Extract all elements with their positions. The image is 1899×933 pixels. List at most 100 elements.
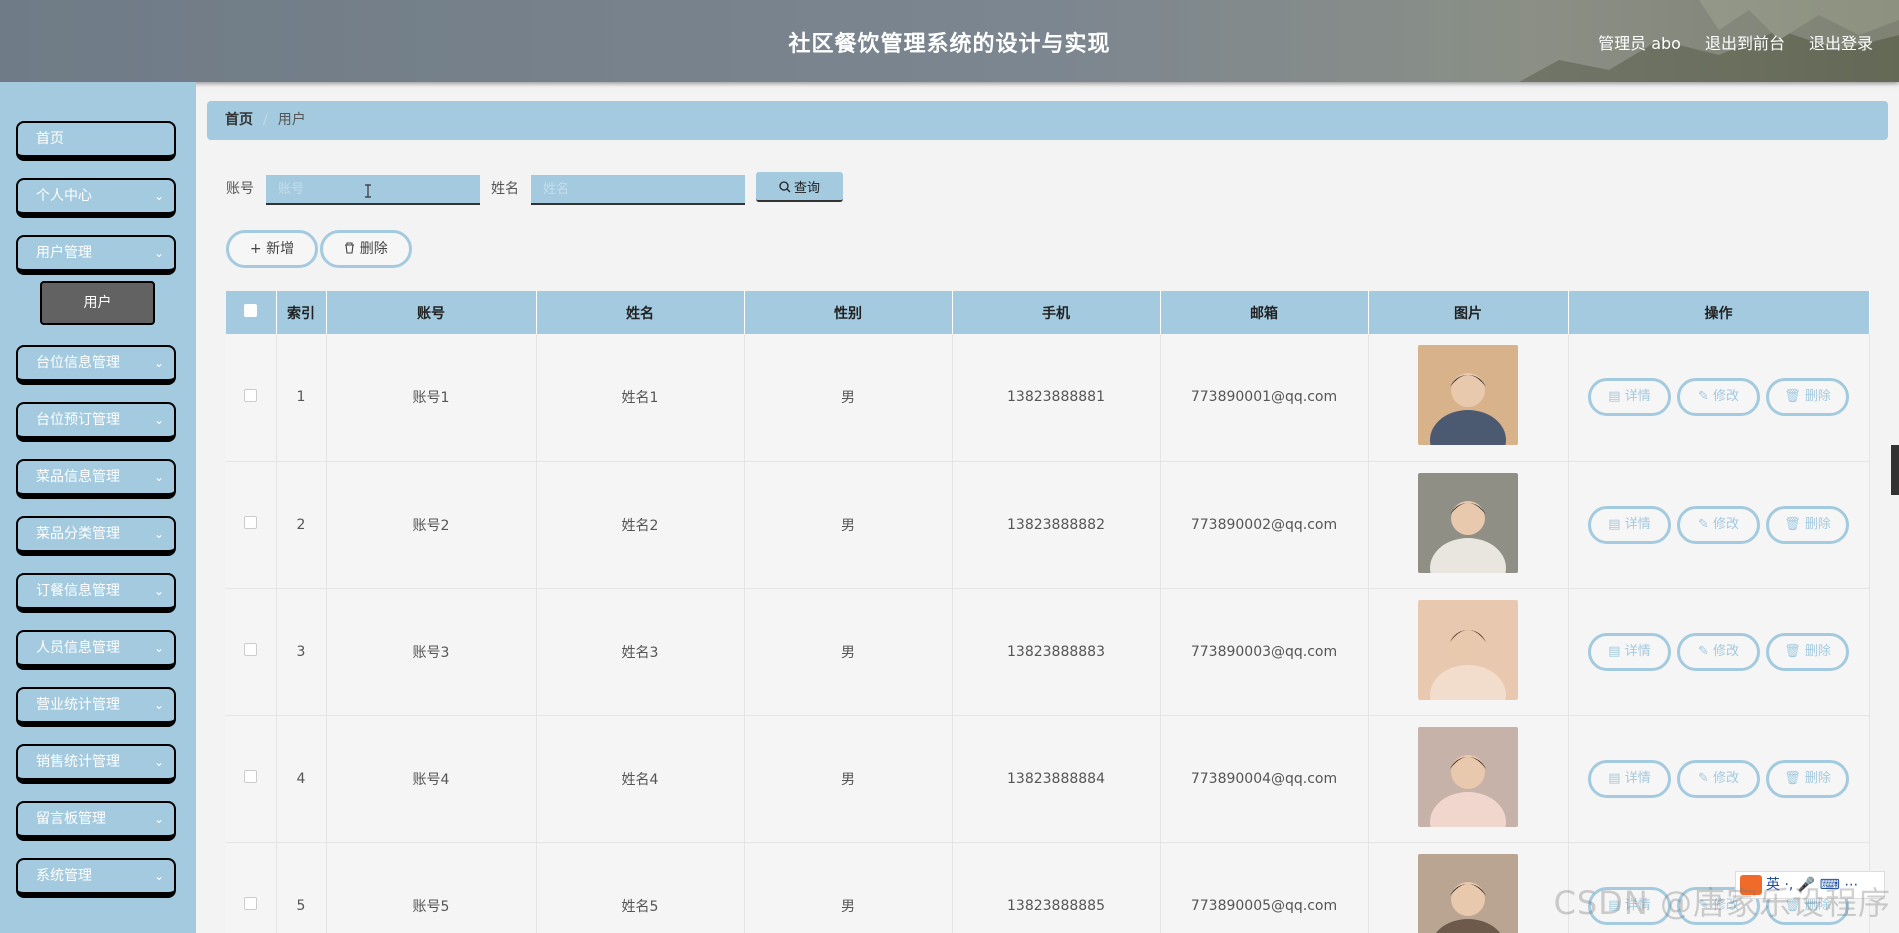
sidebar-item-dish-category[interactable]: 菜品分类管理 ⌄	[16, 516, 176, 556]
user-avatar-photo	[1418, 345, 1518, 446]
sidebar-item-label: 台位信息管理	[36, 355, 120, 371]
column-header-name: 姓名	[536, 291, 745, 334]
breadcrumb-home[interactable]: 首页	[225, 112, 253, 128]
delete-button[interactable]: 🗑 删除	[1766, 759, 1849, 798]
cell-name: 姓名3	[536, 588, 745, 716]
delete-label: 删除	[1804, 389, 1831, 405]
trash-icon: 🗑	[1784, 389, 1801, 405]
cell-name: 姓名5	[536, 842, 745, 933]
sidebar-item-business-stats[interactable]: 营业统计管理 ⌄	[16, 687, 176, 727]
trash-icon: 🗑	[1784, 770, 1801, 786]
row-checkbox[interactable]	[244, 897, 258, 910]
cell-account: 账号2	[326, 461, 537, 589]
delete-label: 删除	[1804, 516, 1831, 532]
detail-button[interactable]: ▤ 详情	[1588, 378, 1671, 417]
sidebar-item-label: 订餐信息管理	[36, 583, 120, 599]
cell-index: 1	[276, 334, 327, 462]
document-icon: ▤	[1608, 770, 1621, 786]
query-button-label: 查询	[793, 179, 820, 195]
table-row[interactable]: 4 账号4 姓名4 男 13823888884 773890004@qq.com ▤ 详情 ✎…	[226, 715, 1870, 843]
row-checkbox[interactable]	[244, 516, 258, 529]
query-button[interactable]: 查询	[756, 172, 843, 202]
row-checkbox[interactable]	[244, 643, 258, 656]
logout-link[interactable]: 退出登录	[1809, 30, 1873, 54]
column-header-account: 账号	[326, 291, 537, 334]
trash-icon: 🗑	[1784, 643, 1801, 659]
chevron-down-icon: ⌄	[153, 869, 164, 883]
document-icon: ▤	[1608, 389, 1621, 405]
delete-label: 删除	[1804, 770, 1831, 786]
sidebar-item-dish-info[interactable]: 菜品信息管理 ⌄	[16, 459, 176, 499]
select-all-header[interactable]	[226, 291, 277, 334]
detail-label: 详情	[1624, 389, 1651, 405]
select-all-checkbox[interactable]	[244, 304, 258, 317]
delete-button[interactable]: 🗑 删除	[1766, 632, 1849, 671]
delete-button[interactable]: 🗑 删除	[1766, 378, 1849, 417]
chevron-down-icon: ⌄	[153, 189, 164, 203]
cell-photo	[1368, 588, 1569, 716]
current-user-label: 管理员 abo	[1598, 34, 1681, 53]
row-select-cell[interactable]	[226, 334, 277, 462]
row-checkbox[interactable]	[244, 388, 258, 402]
sidebar-item-message-board[interactable]: 留言板管理 ⌄	[16, 801, 176, 841]
search-icon	[779, 180, 791, 192]
scrollbar-thumb[interactable]	[1891, 445, 1899, 495]
top-header: 社区餐饮管理系统的设计与实现 管理员 abo 退出到前台 退出登录	[0, 0, 1899, 82]
detail-button[interactable]: ▤ 详情	[1588, 759, 1671, 798]
edit-button[interactable]: ✎ 修改	[1677, 505, 1760, 544]
column-header-gender: 性别	[744, 291, 953, 334]
exit-to-front-link[interactable]: 退出到前台	[1705, 30, 1785, 54]
row-select-cell[interactable]	[226, 842, 277, 933]
sidebar-item-profile[interactable]: 个人中心 ⌄	[16, 178, 176, 218]
cell-email: 773890005@qq.com	[1160, 842, 1369, 933]
pencil-icon: ✎	[1697, 770, 1709, 786]
cell-photo	[1368, 334, 1569, 462]
name-search-input[interactable]	[531, 175, 745, 205]
sidebar-subitem-user[interactable]: 用户	[40, 281, 155, 325]
cell-account: 账号3	[326, 588, 537, 716]
edit-label: 修改	[1713, 770, 1740, 786]
sidebar-item-system[interactable]: 系统管理 ⌄	[16, 858, 176, 898]
edit-button[interactable]: ✎ 修改	[1677, 378, 1760, 417]
row-select-cell[interactable]	[226, 588, 277, 716]
row-select-cell[interactable]	[226, 715, 277, 843]
delete-button[interactable]: 🗑 删除	[1766, 505, 1849, 544]
sidebar-item-table-info[interactable]: 台位信息管理 ⌄	[16, 345, 176, 385]
breadcrumb: 首页 / 用户	[207, 101, 1888, 140]
edit-button[interactable]: ✎ 修改	[1677, 632, 1760, 671]
cell-gender: 男	[744, 461, 953, 589]
batch-delete-button[interactable]: 删除	[320, 230, 412, 268]
chevron-down-icon: ⌄	[153, 812, 164, 826]
cell-photo	[1368, 461, 1569, 589]
detail-label: 详情	[1624, 516, 1651, 532]
sidebar-item-home[interactable]: 首页	[16, 121, 176, 161]
row-checkbox[interactable]	[244, 770, 258, 783]
table-row[interactable]: 2 账号2 姓名2 男 13823888882 773890002@qq.com ▤ 详情 ✎…	[226, 461, 1870, 589]
edit-label: 修改	[1713, 516, 1740, 532]
cell-phone: 13823888882	[952, 461, 1161, 589]
sidebar-item-table-booking[interactable]: 台位预订管理 ⌄	[16, 402, 176, 442]
edit-button[interactable]: ✎ 修改	[1677, 759, 1760, 798]
table-row[interactable]: 1 账号1 姓名1 男 13823888881 773890001@qq.com ▤ 详情 ✎…	[226, 334, 1870, 462]
header-nav: 管理员 abo 退出到前台 退出登录	[1598, 30, 1873, 54]
detail-button[interactable]: ▤ 详情	[1588, 632, 1671, 671]
detail-label: 详情	[1624, 643, 1651, 659]
sidebar-item-order-info[interactable]: 订餐信息管理 ⌄	[16, 573, 176, 613]
sidebar-item-sales-stats[interactable]: 销售统计管理 ⌄	[16, 744, 176, 784]
add-button[interactable]: + 新增	[226, 230, 318, 268]
cell-index: 2	[276, 461, 327, 589]
detail-button[interactable]: ▤ 详情	[1588, 505, 1671, 544]
sidebar-item-label: 销售统计管理	[36, 754, 120, 770]
account-search-input[interactable]	[266, 175, 480, 205]
table-row[interactable]: 3 账号3 姓名3 男 13823888883 773890003@qq.com ▤ 详情 ✎…	[226, 588, 1870, 716]
trash-icon: 🗑	[1784, 516, 1801, 532]
sidebar-item-user-management[interactable]: 用户管理 ⌄	[16, 235, 176, 275]
cell-actions: ▤ 详情 ✎ 修改 🗑 删除	[1568, 334, 1870, 462]
trash-icon	[345, 242, 355, 254]
cell-name: 姓名4	[536, 715, 745, 843]
row-select-cell[interactable]	[226, 461, 277, 589]
sidebar-item-staff-info[interactable]: 人员信息管理 ⌄	[16, 630, 176, 670]
user-avatar-photo	[1418, 599, 1518, 700]
table-body: 1 账号1 姓名1 男 13823888881 773890001@qq.com ▤ 详情 ✎…	[226, 334, 1870, 933]
sidebar-item-label: 系统管理	[36, 868, 92, 884]
